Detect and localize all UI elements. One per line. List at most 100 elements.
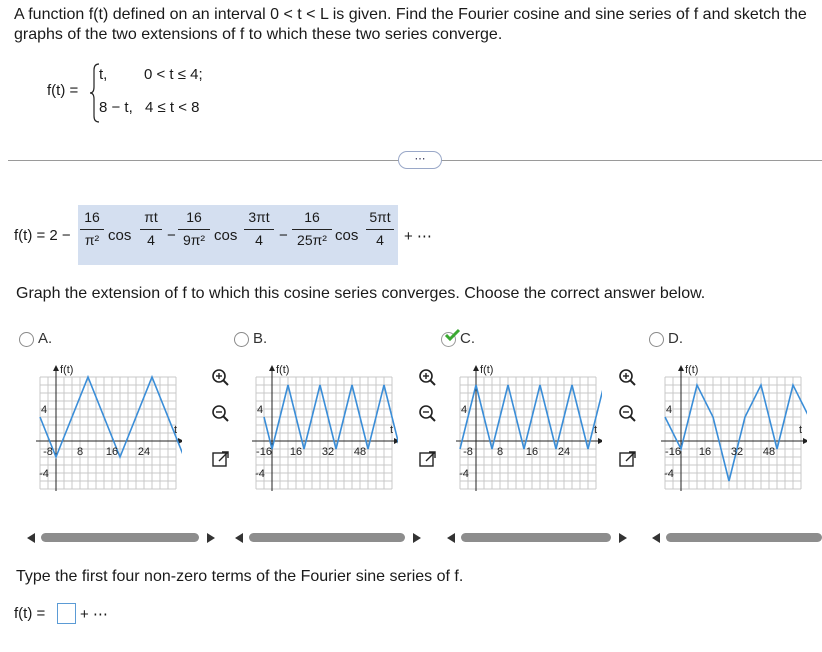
term3-arg-numerator: 5πt — [369, 209, 391, 225]
more-button[interactable]: ⋯ — [398, 151, 442, 169]
series-tail: + ⋯ — [404, 228, 432, 245]
term2-numerator: 16 — [186, 209, 202, 225]
y-tick-label: 4 — [666, 404, 672, 416]
term1-denominator: π² — [84, 232, 100, 248]
x-tick-label: 8 — [497, 446, 503, 458]
option-label-a: A. — [38, 330, 53, 347]
zoom-out-icon[interactable] — [418, 404, 438, 424]
term3-numerator: 16 — [304, 209, 320, 225]
y-tick-label: -4 — [255, 468, 265, 480]
zoom-in-icon[interactable] — [211, 368, 231, 388]
y-tick-label: 4 — [257, 404, 263, 416]
option-radio-d[interactable] — [649, 332, 664, 347]
cos-2: cos — [214, 227, 238, 244]
option-radio-b[interactable] — [234, 332, 249, 347]
option-label-d: D. — [668, 330, 683, 347]
zoom-out-icon[interactable] — [211, 404, 231, 424]
cos-3: cos — [335, 227, 359, 244]
minus-2: − — [279, 227, 288, 244]
x-tick-label: 24 — [558, 446, 570, 458]
option-label-c: C. — [460, 330, 475, 347]
scroll-right-icon[interactable] — [207, 533, 215, 543]
zoom-in-icon[interactable] — [618, 368, 638, 388]
option-label-b: B. — [253, 330, 268, 347]
piece2-expression: 8 − t, — [99, 99, 133, 116]
option-radio-a[interactable] — [19, 332, 34, 347]
y-axis-label: f(t) — [480, 364, 493, 376]
t-axis-label: t — [799, 424, 802, 436]
x-tick-label: 48 — [763, 446, 775, 458]
sine-prompt: Type the first four non-zero terms of th… — [16, 568, 464, 585]
scroll-left-icon[interactable] — [652, 533, 660, 543]
term3-arg-denominator: 4 — [376, 232, 384, 248]
option-graph-a[interactable]: f(t) t 4 -4 -8 8 16 24 — [32, 355, 182, 505]
cosine-series-lhs: f(t) = 2 − — [14, 227, 71, 244]
term3-denominator: 25π² — [297, 232, 327, 248]
horizontal-scrollbar[interactable] — [249, 533, 405, 542]
scroll-right-icon[interactable] — [413, 533, 421, 543]
cos-1: cos — [108, 227, 132, 244]
scroll-left-icon[interactable] — [235, 533, 243, 543]
x-tick-label: 16 — [526, 446, 538, 458]
function-label: f(t) = — [47, 82, 79, 99]
zoom-out-icon[interactable] — [618, 404, 638, 424]
x-axis-arrow-icon — [803, 438, 807, 444]
y-axis-arrow-icon — [269, 365, 275, 371]
horizontal-scrollbar[interactable] — [461, 533, 611, 542]
y-axis-label: f(t) — [276, 364, 289, 376]
sine-answer-tail: + ⋯ — [80, 606, 108, 623]
x-tick-label: 32 — [731, 446, 743, 458]
y-tick-label: -4 — [459, 468, 469, 480]
x-tick-label: -16 — [256, 446, 272, 458]
x-tick-label: 8 — [77, 446, 83, 458]
y-tick-label: -4 — [664, 468, 674, 480]
scroll-right-icon[interactable] — [619, 533, 627, 543]
x-tick-label: 16 — [699, 446, 711, 458]
expand-icon[interactable] — [418, 450, 438, 470]
x-tick-label: -8 — [463, 446, 473, 458]
y-tick-label: 4 — [461, 404, 467, 416]
y-tick-label: -4 — [39, 468, 49, 480]
term1-arg-denominator: 4 — [147, 232, 155, 248]
term2-denominator: 9π² — [182, 232, 206, 248]
y-axis-label: f(t) — [60, 364, 73, 376]
t-axis-label: t — [174, 424, 177, 436]
x-tick-label: 16 — [106, 446, 118, 458]
t-axis-label: t — [390, 424, 393, 436]
piece1-expression: t, — [99, 66, 108, 83]
y-axis-arrow-icon — [473, 365, 479, 371]
option-graph-d[interactable]: f(t) t 4 -4 -16 16 32 48 — [657, 355, 807, 505]
x-tick-label: -16 — [665, 446, 681, 458]
expand-icon[interactable] — [618, 450, 638, 470]
term1-numerator: 16 — [84, 209, 100, 225]
x-tick-label: 48 — [354, 446, 366, 458]
scroll-left-icon[interactable] — [447, 533, 455, 543]
x-tick-label: 16 — [290, 446, 302, 458]
option-graph-c[interactable]: f(t) t 4 -4 -8 8 16 24 — [452, 355, 602, 505]
x-tick-label: -8 — [43, 446, 53, 458]
graph-prompt: Graph the extension of f to which this c… — [16, 285, 706, 302]
y-axis-label: f(t) — [685, 364, 698, 376]
y-axis-arrow-icon — [53, 365, 59, 371]
term2-arg-denominator: 4 — [255, 232, 263, 248]
option-graph-b[interactable]: f(t) t 4 -4 -16 16 32 48 — [248, 355, 398, 505]
term2-arg-numerator: 3πt — [248, 209, 270, 225]
horizontal-scrollbar[interactable] — [41, 533, 199, 542]
horizontal-scrollbar[interactable] — [666, 533, 822, 542]
piece2-condition: 4 ≤ t < 8 — [145, 99, 200, 116]
zoom-in-icon[interactable] — [418, 368, 438, 388]
question-text: A function f(t) defined on an interval 0… — [14, 6, 807, 43]
y-tick-label: 4 — [41, 404, 47, 416]
y-axis-arrow-icon — [678, 365, 684, 371]
x-tick-label: 32 — [322, 446, 334, 458]
sine-answer-input[interactable] — [57, 603, 76, 624]
x-axis-arrow-icon — [598, 438, 602, 444]
expand-icon[interactable] — [211, 450, 231, 470]
scroll-left-icon[interactable] — [27, 533, 35, 543]
piece1-condition: 0 < t ≤ 4; — [144, 66, 203, 83]
sine-answer-lhs: f(t) = — [14, 605, 46, 622]
minus-1: − — [167, 227, 176, 244]
term1-arg-numerator: πt — [144, 209, 158, 225]
x-tick-label: 24 — [138, 446, 150, 458]
t-axis-label: t — [594, 424, 597, 436]
